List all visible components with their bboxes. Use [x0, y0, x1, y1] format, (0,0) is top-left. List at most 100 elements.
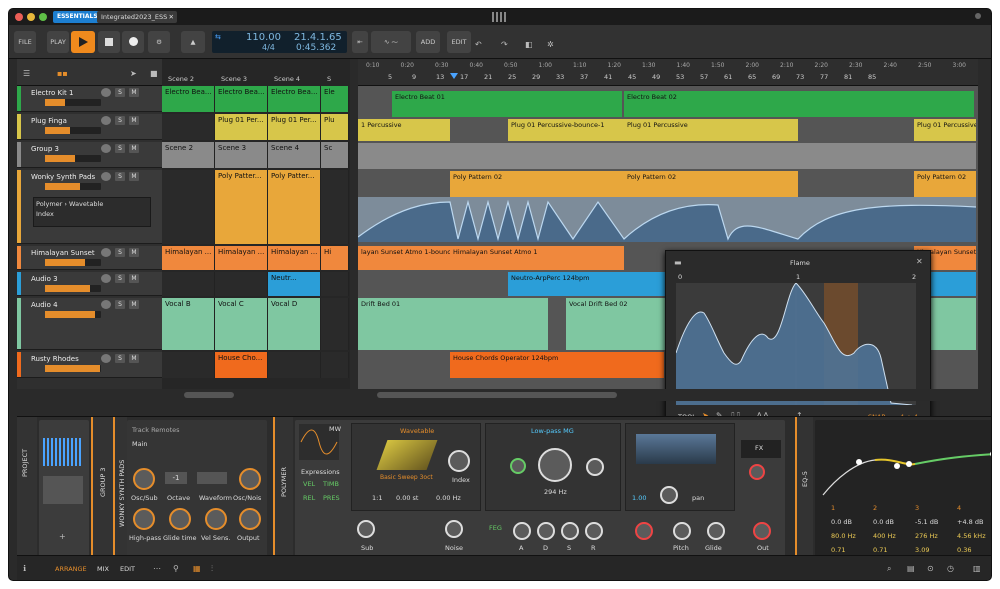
- wavetable-select[interactable]: Wavetable: [400, 427, 434, 435]
- scene-clip-slot[interactable]: [162, 170, 215, 244]
- eq-q-value[interactable]: 0.36: [957, 546, 971, 554]
- record-arm-button[interactable]: [101, 144, 111, 153]
- output-knob[interactable]: [239, 508, 261, 530]
- flame-envelope-graph[interactable]: [676, 283, 916, 405]
- arrange-tab[interactable]: ARRANGE: [55, 565, 87, 573]
- scene-clip-slot[interactable]: [162, 352, 215, 378]
- file-button[interactable]: FILE: [14, 31, 36, 53]
- stop-button[interactable]: [98, 31, 120, 53]
- playhead-marker-icon[interactable]: [450, 73, 458, 79]
- mute-button[interactable]: M: [129, 248, 139, 257]
- track-header[interactable]: Rusty Rhodes S M: [17, 352, 162, 378]
- pointer-tool-icon[interactable]: ➤: [130, 69, 137, 78]
- mute-button[interactable]: M: [129, 144, 139, 153]
- arranger-scrollbar[interactable]: [377, 392, 617, 398]
- pres-label[interactable]: PRES: [323, 494, 340, 502]
- automation-lane[interactable]: [358, 197, 976, 242]
- glide-knob[interactable]: [707, 522, 725, 540]
- device-thumbnail[interactable]: [43, 476, 83, 504]
- solo-button[interactable]: S: [115, 248, 125, 257]
- automation-write-icon[interactable]: ⚙: [148, 31, 170, 53]
- volume-slider[interactable]: [45, 365, 101, 372]
- folder-icon[interactable]: ▬: [674, 258, 682, 267]
- tempo-value[interactable]: 110.00: [246, 32, 281, 43]
- scene-clip-slot[interactable]: [321, 352, 349, 378]
- eq-gain-value[interactable]: 0.0 dB: [831, 518, 852, 526]
- index-knob[interactable]: [448, 450, 470, 472]
- attack-knob[interactable]: [513, 522, 531, 540]
- mix-tab[interactable]: MIX: [97, 565, 109, 573]
- dashboard-icon[interactable]: ◧: [525, 40, 533, 49]
- mute-button[interactable]: M: [129, 354, 139, 363]
- scene-clip-slot[interactable]: Scene 3: [215, 142, 268, 168]
- eq-band-number[interactable]: 3: [915, 504, 919, 512]
- scene-clip-slot[interactable]: [321, 272, 349, 296]
- mod-envelope-display[interactable]: [636, 434, 716, 464]
- scene-clip-slot[interactable]: Himalayan ...: [215, 246, 268, 270]
- solo-button[interactable]: S: [115, 172, 125, 181]
- eq-band-number[interactable]: 4: [957, 504, 961, 512]
- timb-label[interactable]: TIMB: [323, 480, 339, 488]
- eq-band-number[interactable]: 1: [831, 504, 835, 512]
- release-knob[interactable]: [585, 522, 603, 540]
- eq-freq-value[interactable]: 400 Hz: [873, 532, 896, 540]
- sustain-knob[interactable]: [561, 522, 579, 540]
- zoom-window-button[interactable]: [39, 13, 47, 21]
- link-icon[interactable]: ⚲: [173, 564, 179, 573]
- pan-select[interactable]: pan: [692, 494, 704, 502]
- fx-box[interactable]: FX: [741, 440, 781, 458]
- minimize-window-button[interactable]: [27, 13, 35, 21]
- volume-slider[interactable]: [45, 183, 101, 190]
- scene-clip-slot[interactable]: Plug 01 Per...: [268, 114, 321, 140]
- eq-band-number[interactable]: 2: [873, 504, 877, 512]
- scene-clip-slot[interactable]: Neutr...: [268, 272, 321, 296]
- scene-clip-slot[interactable]: Ele: [321, 86, 349, 112]
- vel-label[interactable]: VEL: [303, 480, 315, 488]
- eq-freq-value[interactable]: 4.56 kHz: [957, 532, 986, 540]
- record-arm-button[interactable]: [101, 274, 111, 283]
- scene-clip-slot[interactable]: Scene 4: [268, 142, 321, 168]
- hz-value[interactable]: 0.00 Hz: [436, 494, 461, 502]
- scene-clip-slot[interactable]: [162, 272, 215, 296]
- scene-clip-slot[interactable]: Sc: [321, 142, 349, 168]
- play-button[interactable]: [71, 31, 95, 53]
- mod-amount[interactable]: 1.00: [632, 494, 646, 502]
- meter-thumbnail[interactable]: [43, 438, 83, 466]
- osc-sub-knob[interactable]: [133, 468, 155, 490]
- loop-icon[interactable]: ⇆: [215, 33, 221, 41]
- eq-gain-value[interactable]: +4.8 dB: [957, 518, 983, 526]
- search-icon[interactable]: ⌕: [887, 564, 891, 574]
- ratio-value[interactable]: 1:1: [372, 494, 382, 502]
- pitch-knob[interactable]: [673, 522, 691, 540]
- clip-launcher-scrollbar[interactable]: [184, 392, 234, 398]
- edit-button[interactable]: EDIT: [447, 31, 471, 53]
- out-knob[interactable]: [753, 522, 771, 540]
- clock-icon[interactable]: ◷: [947, 564, 954, 573]
- scene-header[interactable]: Scene 2: [168, 75, 194, 83]
- timeline-ruler[interactable]: 0:10 0:20 0:30 0:40 0:50 1:00 1:10 1:20 1:30 1:40…: [358, 59, 978, 86]
- volume-slider[interactable]: [45, 127, 101, 134]
- record-arm-button[interactable]: [101, 172, 111, 181]
- groove-icon[interactable]: ∿ ⁓: [371, 31, 411, 53]
- add-device-icon[interactable]: +: [59, 532, 66, 541]
- scene-clip-slot[interactable]: [215, 272, 268, 296]
- scene-clip-slot[interactable]: [321, 170, 349, 244]
- stop-all-clips-icon[interactable]: ■: [150, 69, 158, 78]
- solo-button[interactable]: S: [115, 88, 125, 97]
- scene-clip-slot[interactable]: Electro Bea...: [162, 86, 215, 112]
- arranger-clip[interactable]: Electro Beat 01: [392, 91, 622, 117]
- eq-q-value[interactable]: 0.71: [831, 546, 845, 554]
- group-track-lane[interactable]: [358, 143, 976, 169]
- scene-clip-slot[interactable]: House Cho...: [215, 352, 268, 378]
- scene-clip-slot[interactable]: Vocal B: [162, 298, 215, 350]
- volume-slider[interactable]: [45, 285, 101, 292]
- track-header[interactable]: Audio 3 SM: [17, 272, 162, 296]
- mute-button[interactable]: M: [129, 172, 139, 181]
- scene-header[interactable]: S: [327, 75, 331, 83]
- mute-button[interactable]: M: [129, 88, 139, 97]
- resonance-knob[interactable]: [586, 458, 604, 476]
- scene-clip-slot[interactable]: Himalayan ...: [162, 246, 215, 270]
- arranger-clip[interactable]: Plug 01 Percussive-bounce-1: [508, 119, 624, 141]
- solo-button[interactable]: S: [115, 300, 125, 309]
- eq-q-value[interactable]: 3.09: [915, 546, 929, 554]
